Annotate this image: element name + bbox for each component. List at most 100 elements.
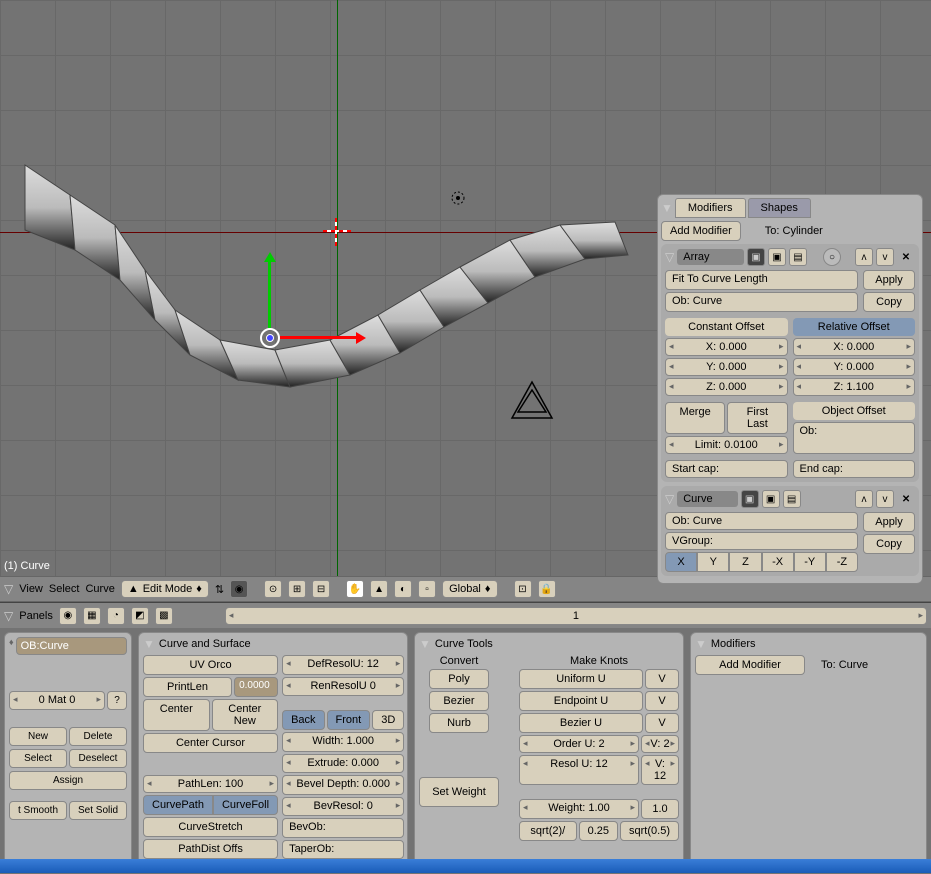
constant-offset-toggle[interactable]: Constant Offset bbox=[665, 318, 788, 336]
uv-orco-toggle[interactable]: UV Orco bbox=[143, 655, 278, 675]
viewport-visibility-icon[interactable]: ▣ bbox=[768, 248, 786, 266]
relative-z-field[interactable]: Z: 1.100 bbox=[793, 378, 916, 396]
poly-button[interactable]: Poly bbox=[429, 669, 489, 689]
mat-select-button[interactable]: Select bbox=[9, 749, 67, 768]
uniform-v-button[interactable]: V bbox=[645, 669, 679, 689]
gizmo-y-axis[interactable] bbox=[268, 258, 271, 328]
context-world-icon[interactable]: ▦ bbox=[83, 607, 101, 625]
relative-y-field[interactable]: Y: 0.000 bbox=[793, 358, 916, 376]
render-visibility-icon[interactable]: ▣ bbox=[741, 490, 759, 508]
delete-modifier-icon[interactable]: ✕ bbox=[897, 490, 915, 508]
arrows-icon[interactable]: ⇅ bbox=[215, 583, 224, 596]
viewport-visibility-icon[interactable]: ▣ bbox=[762, 490, 780, 508]
set-weight-button[interactable]: Set Weight bbox=[419, 777, 499, 807]
resol-u-field[interactable]: Resol U: 12 bbox=[519, 755, 639, 785]
collapse-icon[interactable]: ▽ bbox=[665, 492, 674, 506]
disclose-icon[interactable]: ▼ bbox=[419, 637, 431, 651]
layer-group-icon[interactable]: ⊡ bbox=[514, 580, 532, 598]
manipulator-rotate-icon[interactable]: ◐ bbox=[394, 580, 412, 598]
gizmo-x-axis[interactable] bbox=[280, 336, 360, 339]
mat-new-button[interactable]: New bbox=[9, 727, 67, 746]
resol-v-field[interactable]: V: 12 bbox=[641, 755, 679, 785]
endpoint-v-button[interactable]: V bbox=[645, 691, 679, 711]
render-visibility-icon[interactable]: ▣ bbox=[747, 248, 765, 266]
add-modifier-button[interactable]: Add Modifier bbox=[661, 221, 741, 241]
manipulator-translate-icon[interactable]: ▲ bbox=[370, 580, 388, 598]
set-smooth-button[interactable]: t Smooth bbox=[9, 801, 67, 820]
order-u-field[interactable]: Order U: 2 bbox=[519, 735, 639, 753]
three-d-toggle[interactable]: 3D bbox=[372, 710, 404, 730]
editmode-icon[interactable]: ▤ bbox=[783, 490, 801, 508]
move-down-icon[interactable]: v bbox=[876, 490, 894, 508]
collapse-icon[interactable]: ▽ bbox=[665, 250, 674, 264]
modifier-name-field[interactable]: Array bbox=[677, 249, 744, 265]
constant-z-field[interactable]: Z: 0.000 bbox=[665, 378, 788, 396]
viewport-3d[interactable]: (1) Curve ▼ Modifiers Shapes Add Modifie… bbox=[0, 0, 931, 576]
mat-assign-button[interactable]: Assign bbox=[9, 771, 127, 790]
beveldepth-field[interactable]: Bevel Depth: 0.000 bbox=[282, 775, 404, 795]
apply-button[interactable]: Apply bbox=[863, 270, 915, 290]
merge-toggle[interactable]: Merge bbox=[665, 402, 725, 434]
context-editing-icon[interactable]: ▩ bbox=[155, 607, 173, 625]
sqrt2-button[interactable]: sqrt(2)/ bbox=[519, 821, 577, 841]
nurb-button[interactable]: Nurb bbox=[429, 713, 489, 733]
curve-menu[interactable]: Curve bbox=[85, 583, 114, 595]
center-new-button[interactable]: Center New bbox=[212, 699, 279, 731]
disclose-icon[interactable]: ▼ bbox=[143, 637, 155, 651]
extrude-field[interactable]: Extrude: 0.000 bbox=[282, 754, 404, 774]
mat-delete-button[interactable]: Delete bbox=[69, 727, 127, 746]
weight-field[interactable]: Weight: 1.00 bbox=[519, 799, 639, 819]
constant-x-field[interactable]: X: 0.000 bbox=[665, 338, 788, 356]
pivot-object-icon[interactable]: ⊞ bbox=[288, 580, 306, 598]
bevob-field[interactable]: BevOb: bbox=[282, 818, 404, 838]
vgroup-field[interactable]: VGroup: bbox=[665, 532, 858, 550]
taperob-field[interactable]: TaperOb: bbox=[282, 840, 404, 860]
center-cursor-button[interactable]: Center Cursor bbox=[143, 733, 278, 753]
renresolu-field[interactable]: RenResolU 0 bbox=[282, 677, 404, 697]
weight-1-button[interactable]: 1.0 bbox=[641, 799, 679, 819]
curve-ob-field[interactable]: Ob: Curve bbox=[665, 512, 858, 530]
move-up-icon[interactable]: ʌ bbox=[855, 490, 873, 508]
material-index-field[interactable]: 0 Mat 0 bbox=[9, 691, 105, 710]
merge-limit-field[interactable]: Limit: 0.0100 bbox=[665, 436, 788, 454]
pivot-mode-icon[interactable]: ⊟ bbox=[312, 580, 330, 598]
disclose-icon[interactable]: ▽ bbox=[4, 582, 13, 596]
width-field[interactable]: Width: 1.000 bbox=[282, 732, 404, 752]
set-solid-button[interactable]: Set Solid bbox=[69, 801, 127, 820]
pivot-dropdown[interactable]: ⊙ bbox=[264, 580, 282, 598]
axis-neg-y-button[interactable]: -Y bbox=[794, 552, 826, 572]
axis-y-button[interactable]: Y bbox=[697, 552, 729, 572]
sqrt05-button[interactable]: sqrt(0.5) bbox=[620, 821, 679, 841]
select-menu[interactable]: Select bbox=[49, 583, 80, 595]
relative-offset-toggle[interactable]: Relative Offset bbox=[793, 318, 916, 336]
curvefoll-toggle[interactable]: CurveFoll bbox=[213, 795, 278, 815]
order-v-field[interactable]: V: 2 bbox=[641, 735, 679, 753]
back-toggle[interactable]: Back bbox=[282, 710, 324, 730]
p25-button[interactable]: 0.25 bbox=[579, 821, 618, 841]
object-offset-toggle[interactable]: Object Offset bbox=[793, 402, 916, 420]
bezier-u-button[interactable]: Bezier U bbox=[519, 713, 643, 733]
disclose-icon[interactable]: ▼ bbox=[661, 201, 673, 215]
modifier-name-field[interactable]: Curve bbox=[677, 491, 737, 507]
delete-modifier-icon[interactable]: ✕ bbox=[897, 248, 915, 266]
defresolu-field[interactable]: DefResolU: 12 bbox=[282, 655, 404, 675]
view-menu[interactable]: View bbox=[19, 583, 43, 595]
constant-y-field[interactable]: Y: 0.000 bbox=[665, 358, 788, 376]
move-down-icon[interactable]: v bbox=[876, 248, 894, 266]
bezier-v-button[interactable]: V bbox=[645, 713, 679, 733]
lock-layer-icon[interactable]: 🔒 bbox=[538, 580, 556, 598]
copy-button[interactable]: Copy bbox=[863, 534, 915, 554]
frame-field[interactable]: 1 bbox=[225, 607, 927, 625]
tab-modifiers[interactable]: Modifiers bbox=[675, 198, 746, 218]
pathdist-toggle[interactable]: PathDist Offs bbox=[143, 839, 278, 859]
uniform-u-button[interactable]: Uniform U bbox=[519, 669, 643, 689]
apply-button[interactable]: Apply bbox=[863, 512, 915, 532]
add-modifier-button[interactable]: Add Modifier bbox=[695, 655, 805, 675]
copy-button[interactable]: Copy bbox=[863, 292, 915, 312]
context-object-icon[interactable]: ◩ bbox=[131, 607, 149, 625]
mat-deselect-button[interactable]: Deselect bbox=[69, 749, 127, 768]
printlen-button[interactable]: PrintLen bbox=[143, 677, 232, 697]
front-toggle[interactable]: Front bbox=[327, 710, 371, 730]
ob-name-field[interactable]: OB:Curve bbox=[16, 637, 127, 655]
shading-dropdown[interactable]: ◉ bbox=[230, 580, 248, 598]
